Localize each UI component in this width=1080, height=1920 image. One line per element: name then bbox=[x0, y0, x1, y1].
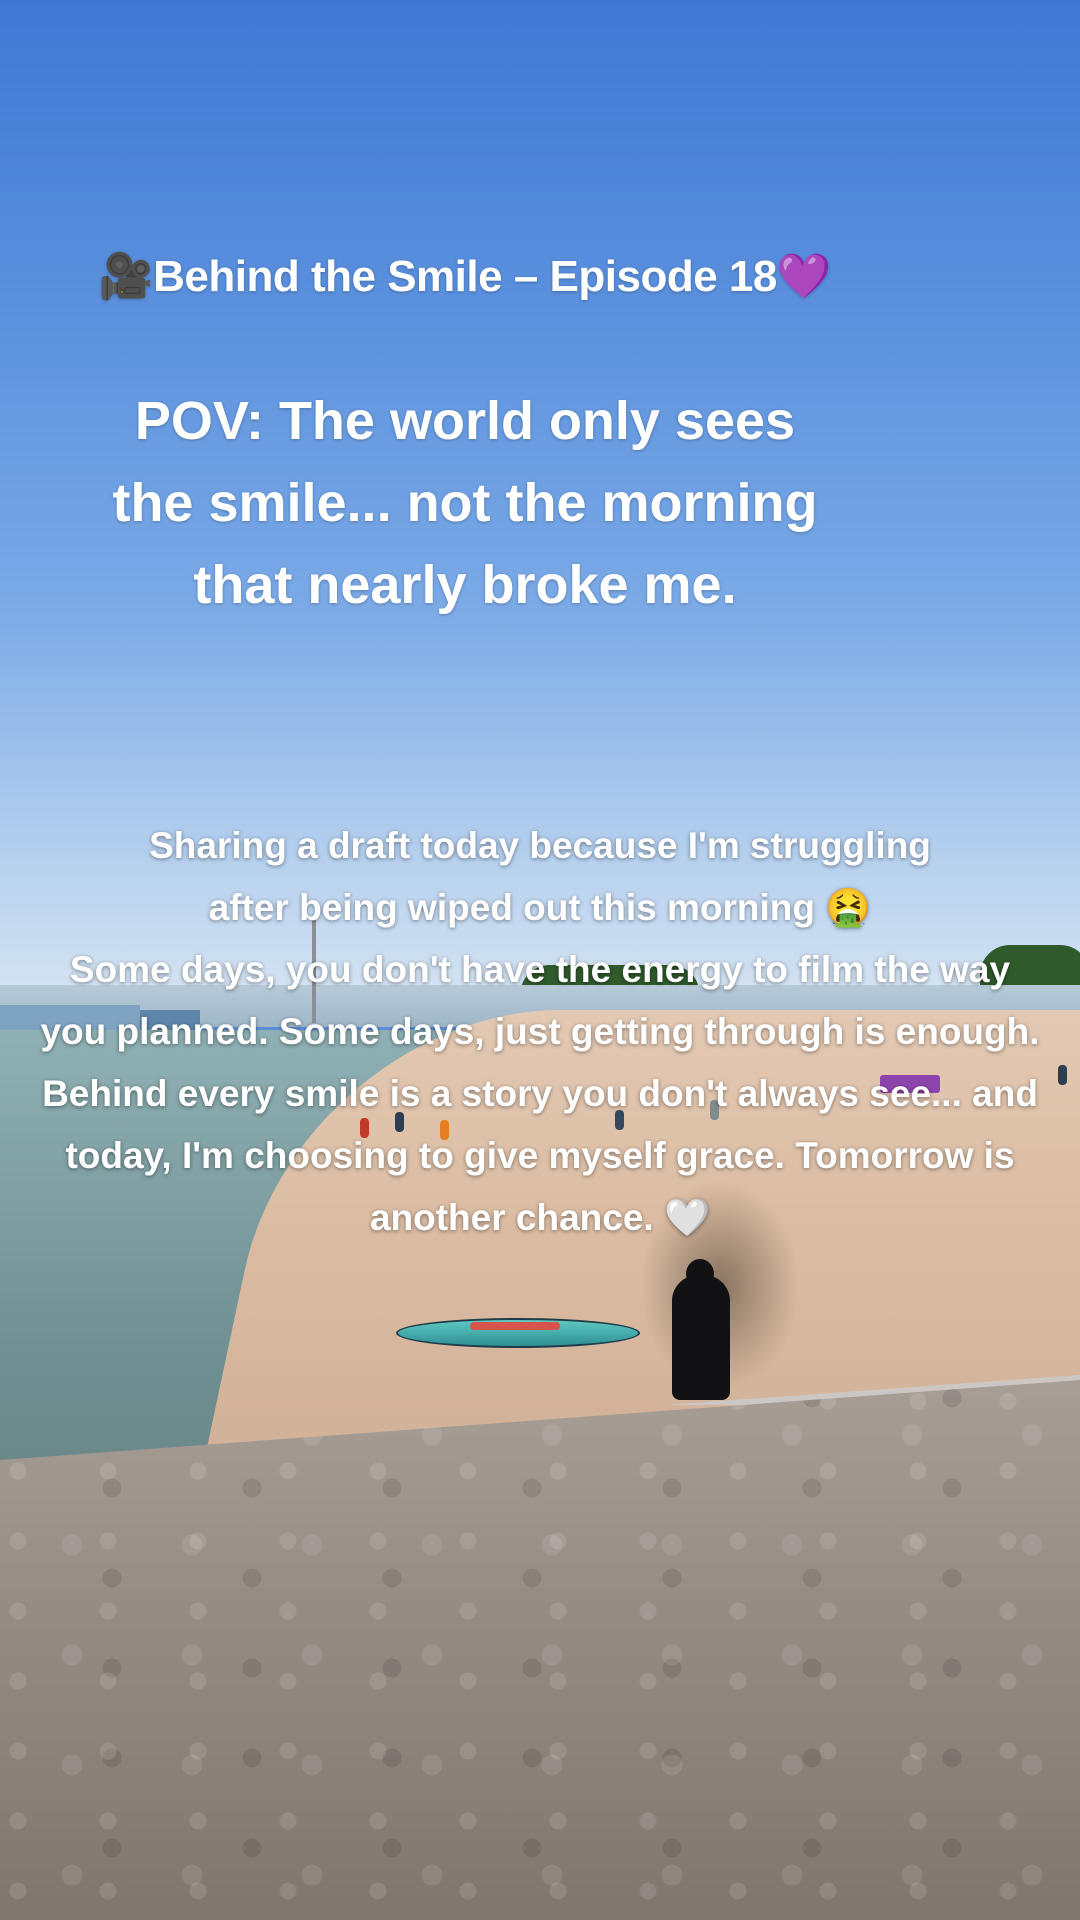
caption-line: today, I'm choosing to give myself grace… bbox=[65, 1135, 1015, 1176]
concrete-wall-foreground bbox=[0, 1380, 1080, 1920]
caption-line: another chance. 🤍 bbox=[369, 1197, 711, 1238]
caption-line: Some days, you don't have the energy to … bbox=[69, 949, 1011, 990]
pov-line: that nearly broke me. bbox=[193, 555, 737, 615]
episode-title: 🎥Behind the Smile – Episode 18💜 bbox=[98, 252, 832, 301]
caption-line: Sharing a draft today because I'm strugg… bbox=[149, 825, 931, 866]
person-in-black bbox=[672, 1259, 730, 1400]
caption-text: Sharing a draft today because I'm strugg… bbox=[0, 815, 1080, 1249]
pov-line: the smile... not the morning bbox=[112, 473, 818, 533]
pov-line: POV: The world only sees bbox=[134, 391, 796, 451]
caption-line: you planned. Some days, just getting thr… bbox=[40, 1011, 1040, 1052]
paddleboard-stripe bbox=[470, 1322, 560, 1330]
video-frame: 🎥Behind the Smile – Episode 18💜 POV: The… bbox=[0, 0, 1080, 1920]
caption-line: Behind every smile is a story you don't … bbox=[42, 1073, 1038, 1114]
caption-line: after being wiped out this morning 🤮 bbox=[208, 887, 872, 928]
pov-text: POV: The world only sees the smile... no… bbox=[0, 380, 1005, 626]
